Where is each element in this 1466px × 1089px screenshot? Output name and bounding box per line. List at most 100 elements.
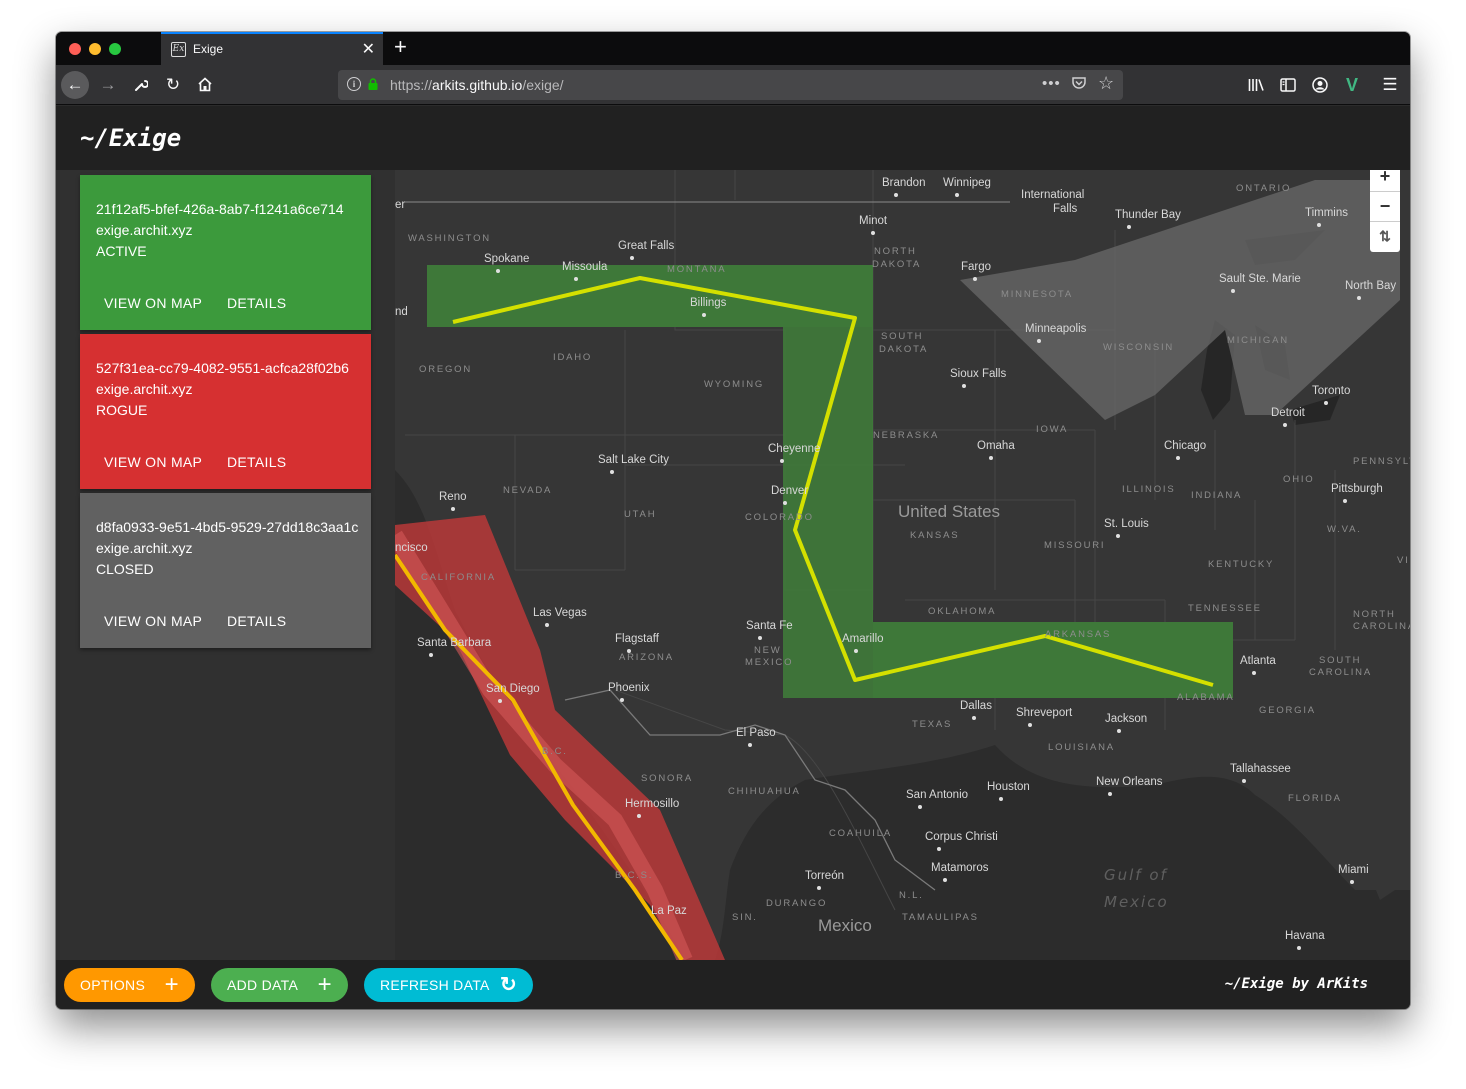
new-tab-icon[interactable]: + [394, 34, 407, 60]
city-label: Havana [1285, 930, 1325, 942]
region-label: TEXAS [912, 719, 952, 730]
session-id: d8fa0933-9e51-4bd5-9529-27dd18c3aa1c [96, 519, 359, 535]
city-dot [610, 470, 614, 474]
region-label: DAKOTA [872, 259, 921, 270]
compass-button[interactable]: ⇅ [1370, 222, 1400, 252]
city-dot [1117, 729, 1121, 733]
city-label: Corpus Christi [925, 831, 998, 843]
city-dot [780, 459, 784, 463]
details-button[interactable]: DETAILS [227, 613, 286, 629]
city-label: International [1021, 189, 1084, 201]
city-dot [637, 814, 641, 818]
minimize-window-button[interactable] [89, 43, 101, 55]
city-label: Santa Barbara [417, 637, 492, 649]
region-label: PENNSYLV [1353, 456, 1410, 467]
zoom-in-button[interactable]: + [1370, 170, 1400, 192]
city-label: Hermosillo [625, 798, 679, 810]
map-canvas[interactable]: WASHINGTON MONTANA NORTH DAKOTA SOUTH DAKOTA M… [395, 170, 1410, 960]
view-on-map-button[interactable]: VIEW ON MAP [104, 454, 202, 470]
details-button[interactable]: DETAILS [227, 454, 286, 470]
details-button[interactable]: DETAILS [227, 295, 286, 311]
city-dot [429, 653, 433, 657]
region-label: KENTUCKY [1208, 559, 1274, 570]
session-card-active: 21f12af5-bfef-426a-8ab7-f1241a6ce714 exi… [80, 175, 371, 330]
close-window-button[interactable] [69, 43, 81, 55]
city-label: Sault Ste. Marie [1219, 273, 1301, 285]
region-label: SONORA [641, 773, 693, 784]
library-icon[interactable] [1242, 71, 1270, 99]
region-label: ARIZONA [619, 652, 674, 663]
site-info-icon[interactable]: i [347, 77, 361, 91]
city-dot [1343, 499, 1347, 503]
refresh-data-button[interactable]: REFRESH DATA ↻ [364, 968, 533, 1002]
bookmark-star-icon[interactable]: ☆ [1098, 73, 1114, 94]
url-bar[interactable]: i https://arkits.github.io/exige/ ••• ☆ [338, 70, 1123, 100]
plus-icon: + [164, 971, 179, 998]
back-arrow-icon[interactable]: ← [61, 71, 89, 99]
view-on-map-button[interactable]: VIEW ON MAP [104, 613, 202, 629]
home-icon[interactable] [191, 71, 219, 99]
wrench-icon[interactable] [127, 71, 155, 99]
region-label: OHIO [1283, 474, 1314, 485]
map-view[interactable]: WASHINGTON MONTANA NORTH DAKOTA SOUTH DAKOTA M… [395, 170, 1410, 960]
city-label: Great Falls [618, 240, 674, 252]
city-label: Santa Fe [746, 620, 793, 632]
city-label: Brandon [882, 177, 925, 189]
vue-devtools-icon[interactable]: V [1338, 71, 1366, 99]
browser-tab[interactable]: Ex Exige ✕ [161, 32, 383, 65]
region-label: OREGON [419, 364, 472, 375]
city-label: Minot [859, 215, 888, 227]
city-label: Dallas [960, 700, 992, 712]
city-dot [962, 384, 966, 388]
city-label: Salt Lake City [598, 454, 669, 466]
city-label: Houston [987, 781, 1030, 793]
city-label: Matamoros [931, 862, 989, 874]
session-card-rogue: 527f31ea-cc79-4082-9551-acfca28f02b6 exi… [80, 334, 371, 489]
reload-icon[interactable]: ↻ [159, 71, 187, 99]
city-dot [1324, 401, 1328, 405]
region-label: ILLINOIS [1122, 484, 1175, 495]
city-dot [783, 501, 787, 505]
region-label: DAKOTA [879, 344, 928, 355]
view-on-map-button[interactable]: VIEW ON MAP [104, 295, 202, 311]
city-label: Fargo [961, 261, 991, 273]
city-dot [1127, 225, 1131, 229]
sidebar-icon[interactable] [1274, 71, 1302, 99]
region-label: VIRGINI [1397, 555, 1410, 566]
city-label: El Paso [736, 727, 776, 739]
region-label: NORTH [1353, 609, 1396, 620]
menu-hamburger-icon[interactable]: ☰ [1376, 71, 1404, 99]
region-label: ARKANSAS [1045, 629, 1111, 640]
region-label: ALABAMA [1177, 692, 1234, 703]
city-dot [894, 193, 898, 197]
forward-arrow-icon[interactable]: → [94, 71, 122, 99]
city-dot [1028, 723, 1032, 727]
city-dot [1283, 423, 1287, 427]
city-label: er [395, 199, 405, 211]
options-button[interactable]: OPTIONS + [64, 968, 195, 1002]
region-label: TENNESSEE [1188, 603, 1262, 614]
pocket-icon[interactable] [1071, 75, 1087, 95]
session-status: ROGUE [96, 402, 148, 418]
region-label: SOUTH [1319, 655, 1361, 666]
region-label: IDAHO [553, 352, 592, 363]
region-label: WASHINGTON [408, 233, 491, 244]
region-label: TAMAULIPAS [902, 912, 979, 923]
region-label: KANSAS [910, 530, 959, 541]
close-tab-icon[interactable]: ✕ [362, 39, 375, 59]
options-label: OPTIONS [80, 977, 146, 993]
city-dot [1231, 289, 1235, 293]
region-label: FLORIDA [1288, 793, 1342, 804]
add-data-button[interactable]: ADD DATA + [211, 968, 348, 1002]
page-actions-icon[interactable]: ••• [1042, 75, 1061, 92]
app-brand: ~/Exige [80, 124, 182, 152]
city-dot [1242, 779, 1246, 783]
city-dot [937, 847, 941, 851]
city-dot [545, 623, 549, 627]
city-dot [620, 698, 624, 702]
region-label: OKLAHOMA [928, 606, 996, 617]
account-icon[interactable] [1306, 71, 1334, 99]
region-label: NORTH [874, 246, 917, 257]
zoom-out-button[interactable]: − [1370, 192, 1400, 222]
maximize-window-button[interactable] [109, 43, 121, 55]
